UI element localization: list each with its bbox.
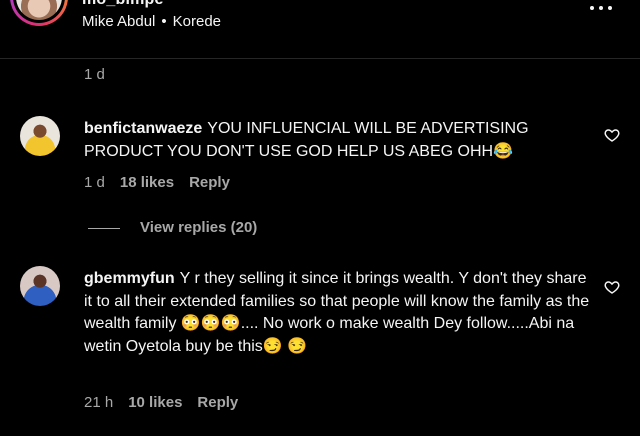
collaborator-name[interactable]: Korede: [173, 13, 221, 30]
post-timestamp: 1 d: [84, 66, 105, 83]
comment-time: 21 h: [84, 394, 114, 411]
replies-divider: [88, 228, 120, 229]
more-options-icon[interactable]: [590, 6, 612, 16]
commenter-avatar[interactable]: [20, 116, 60, 156]
reply-button[interactable]: Reply: [189, 174, 230, 191]
comment-meta: 1 d 18 likes Reply: [84, 174, 230, 191]
author-avatar[interactable]: [10, 0, 68, 26]
separator-dot: •: [161, 13, 167, 30]
comment-body: gbemmyfun Y r they selling it since it br…: [84, 268, 594, 358]
collaborator-name[interactable]: Mike Abdul: [82, 13, 155, 30]
heart-icon[interactable]: [604, 279, 620, 295]
commenter-username[interactable]: benfictanwaeze: [84, 120, 202, 137]
likes-count[interactable]: 10 likes: [128, 394, 182, 411]
reply-button[interactable]: Reply: [197, 394, 238, 411]
commenter-username[interactable]: gbemmyfun: [84, 270, 175, 287]
commenter-avatar[interactable]: [20, 266, 60, 306]
comment-body: benfictanwaeze YOU INFLUENCIAL WILL BE AD…: [84, 118, 594, 163]
author-username[interactable]: mo_bimpe: [82, 0, 164, 9]
comment-meta: 21 h 10 likes Reply: [84, 394, 238, 411]
comment-time: 1 d: [84, 174, 105, 191]
collaborators-line: Mike Abdul • Korede: [82, 13, 221, 30]
header-divider: [0, 58, 640, 59]
heart-icon[interactable]: [604, 127, 620, 143]
likes-count[interactable]: 18 likes: [120, 174, 174, 191]
view-replies-button[interactable]: View replies (20): [140, 219, 257, 236]
